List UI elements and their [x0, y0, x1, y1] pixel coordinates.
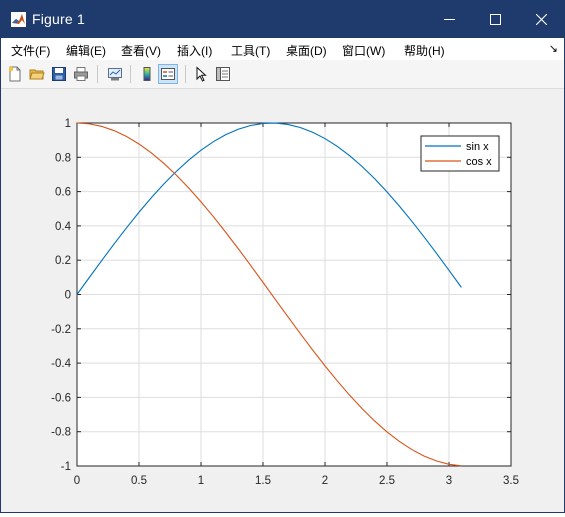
- maximize-icon: [489, 14, 501, 25]
- close-button[interactable]: [518, 1, 564, 38]
- property-inspector-button[interactable]: [213, 64, 233, 84]
- menu-insert[interactable]: 插入(I): [177, 42, 212, 59]
- colorbar-icon: [143, 67, 151, 81]
- x-tick-label: 1: [198, 475, 204, 487]
- title-bar[interactable]: Figure 1: [1, 1, 564, 38]
- save-figure-icon: [52, 67, 66, 81]
- edit-plot-icon: [196, 66, 207, 82]
- y-tick-label: -0.6: [51, 392, 71, 404]
- matlab-logo-icon: [11, 12, 26, 27]
- toolbar-separator: [97, 65, 98, 83]
- minimize-button[interactable]: [426, 1, 472, 38]
- insert-legend-button[interactable]: [158, 64, 178, 84]
- y-tick-label: -1: [61, 461, 71, 473]
- window-title: Figure 1: [32, 11, 85, 27]
- menu-window[interactable]: 窗口(W): [342, 42, 385, 59]
- open-file-icon: [29, 69, 45, 80]
- figure-window: Figure 1 文件(F) 编辑(E) 查看(V) 插入(I) 工具(T) 桌…: [0, 0, 565, 513]
- y-tick-label: -0.8: [51, 427, 71, 439]
- close-icon: [535, 14, 547, 25]
- menu-desktop[interactable]: 桌面(D): [286, 42, 327, 59]
- menu-view[interactable]: 查看(V): [121, 42, 161, 59]
- edit-plot-button[interactable]: [191, 64, 211, 84]
- figure-canvas: 0 0.5 1 1.5 2 2.5 3 3.5 1 0.8 0.6 0.4 0.2 0 -0.2 -0.4 -0…: [1, 89, 564, 512]
- y-tick-label: 0.2: [55, 255, 71, 267]
- save-figure-button[interactable]: [49, 64, 69, 84]
- x-tick-label: 1.5: [255, 475, 271, 487]
- x-tick-label: 3.5: [503, 475, 519, 487]
- y-tick-label: -0.2: [51, 324, 71, 336]
- y-tick-label: 0.8: [55, 152, 71, 164]
- legend-label: cos x: [466, 156, 492, 168]
- figure-toolbar: [1, 60, 564, 89]
- y-tick-label: 0.4: [55, 221, 72, 233]
- link-plot-button[interactable]: [105, 64, 125, 84]
- legend-label: sin x: [466, 141, 489, 153]
- open-file-button[interactable]: [27, 64, 47, 84]
- print-figure-icon: [74, 67, 88, 81]
- x-tick-label: 0: [74, 475, 80, 487]
- toolbar-separator: [130, 65, 131, 83]
- x-tick-label: 2: [322, 475, 328, 487]
- toolbar-separator: [185, 65, 186, 83]
- x-tick-label: 0.5: [131, 475, 147, 487]
- print-figure-button[interactable]: [71, 64, 91, 84]
- menu-file[interactable]: 文件(F): [11, 42, 50, 59]
- y-tick-label: 0.6: [55, 187, 71, 199]
- new-figure-button[interactable]: [5, 64, 25, 84]
- minimize-icon: [443, 19, 455, 20]
- x-tick-label: 3: [446, 475, 452, 487]
- menu-bar: 文件(F) 编辑(E) 查看(V) 插入(I) 工具(T) 桌面(D) 窗口(W…: [1, 38, 564, 60]
- y-tick-label: 1: [65, 118, 71, 130]
- menu-tools[interactable]: 工具(T): [231, 42, 270, 59]
- link-plot-icon: [108, 68, 122, 81]
- y-tick-label: -0.4: [51, 358, 71, 370]
- new-figure-icon: [8, 66, 21, 82]
- maximize-button[interactable]: [472, 1, 518, 38]
- x-tick-label: 2.5: [379, 475, 395, 487]
- insert-colorbar-button[interactable]: [137, 64, 157, 84]
- legend-icon: [161, 68, 175, 80]
- menu-overflow-icon[interactable]: ↘: [549, 42, 558, 55]
- menu-edit[interactable]: 编辑(E): [66, 42, 106, 59]
- y-tick-label: 0: [65, 290, 71, 302]
- menu-help[interactable]: 帮助(H): [404, 42, 445, 59]
- line-chart[interactable]: 0 0.5 1 1.5 2 2.5 3 3.5 1 0.8 0.6 0.4 0.2 0 -0.2 -0.4 -0…: [1, 89, 564, 512]
- property-inspector-icon: [216, 67, 230, 81]
